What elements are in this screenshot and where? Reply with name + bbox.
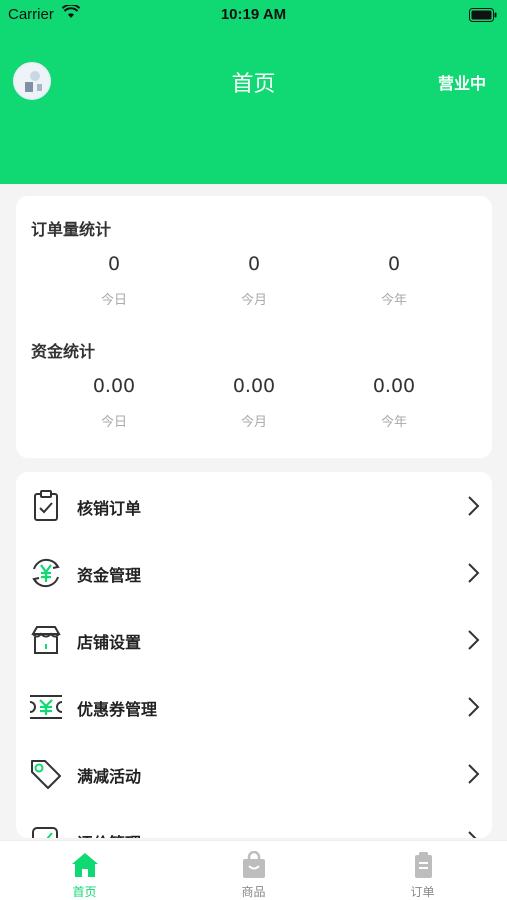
stat-label: 今年	[380, 415, 407, 430]
page-title: 首页	[231, 72, 276, 97]
menu-item-shop-settings[interactable]: 店铺设置	[16, 606, 492, 673]
menu-item-review-management[interactable]: 评价管理	[16, 807, 492, 838]
home-icon	[70, 851, 100, 879]
stat-value: 0	[387, 253, 401, 275]
tab-home[interactable]: 首页	[0, 841, 169, 900]
chevron-right-icon	[466, 629, 480, 651]
stats-card: 订单量统计 0 今日 0 今月 0 今年 资金统计 0.00 今日 0.00 今…	[16, 196, 492, 458]
status-time: 10:19 AM	[220, 6, 287, 23]
fund-stat-year: 0.00 今年	[314, 375, 474, 430]
chevron-right-icon	[466, 830, 480, 838]
tab-label: 首页	[72, 885, 97, 899]
menu-item-label: 优惠券管理	[77, 700, 158, 719]
chevron-right-icon	[466, 495, 480, 517]
stat-value: 0.00	[232, 375, 276, 397]
stat-value: 0.00	[92, 375, 136, 397]
fund-stat-today: 0.00 今日	[34, 375, 194, 430]
menu-item-fund-management[interactable]: 资金管理	[16, 539, 492, 606]
menu-item-label: 满减活动	[77, 767, 142, 786]
menu-item-label: 核销订单	[77, 499, 142, 518]
order-list-icon	[408, 851, 438, 879]
stat-label: 今日	[100, 293, 127, 308]
menu-item-discount-activity[interactable]: 满减活动	[16, 740, 492, 807]
stat-label: 今月	[240, 293, 267, 308]
menu-card: 核销订单 资金管理 店铺设置 优惠券管理 满减活动	[16, 472, 492, 838]
stat-value: 0	[247, 253, 261, 275]
tab-label: 商品	[241, 885, 266, 899]
order-stat-year: 0 今年	[314, 253, 474, 308]
stat-value: 0.00	[372, 375, 416, 397]
order-stats-title: 订单量统计	[31, 220, 112, 239]
order-stat-today: 0 今日	[34, 253, 194, 308]
stat-label: 今年	[380, 293, 407, 308]
stat-label: 今月	[240, 415, 267, 430]
chevron-right-icon	[466, 696, 480, 718]
fund-stat-month: 0.00 今月	[174, 375, 334, 430]
chevron-right-icon	[466, 763, 480, 785]
chevron-right-icon	[466, 562, 480, 584]
tab-label: 订单	[410, 885, 435, 899]
menu-item-coupon-management[interactable]: 优惠券管理	[16, 673, 492, 740]
menu-item-label: 资金管理	[77, 566, 142, 585]
stat-value: 0	[107, 253, 121, 275]
shop-icon	[28, 622, 64, 658]
price-tag-icon	[28, 756, 64, 792]
order-stat-month: 0 今月	[174, 253, 334, 308]
menu-item-label: 店铺设置	[77, 633, 142, 652]
coupon-icon	[28, 689, 64, 725]
menu-item-label: 评价管理	[77, 830, 141, 838]
clipboard-check-icon	[28, 488, 64, 524]
header: Carrier 10:19 AM 首页 营业中	[0, 0, 507, 184]
review-icon	[28, 823, 64, 838]
tab-bar: 首页 商品 订单	[0, 840, 507, 900]
battery-icon	[469, 8, 497, 26]
tab-orders[interactable]: 订单	[338, 841, 507, 900]
shopping-bag-icon	[239, 850, 269, 879]
menu-item-verify-orders[interactable]: 核销订单	[16, 472, 492, 539]
business-status[interactable]: 营业中	[438, 70, 486, 94]
tab-products[interactable]: 商品	[169, 841, 338, 900]
yuan-cycle-icon	[28, 555, 64, 591]
status-bar: Carrier 10:19 AM	[0, 0, 507, 30]
fund-stats-title: 资金统计	[31, 342, 96, 361]
stat-label: 今日	[100, 415, 127, 430]
